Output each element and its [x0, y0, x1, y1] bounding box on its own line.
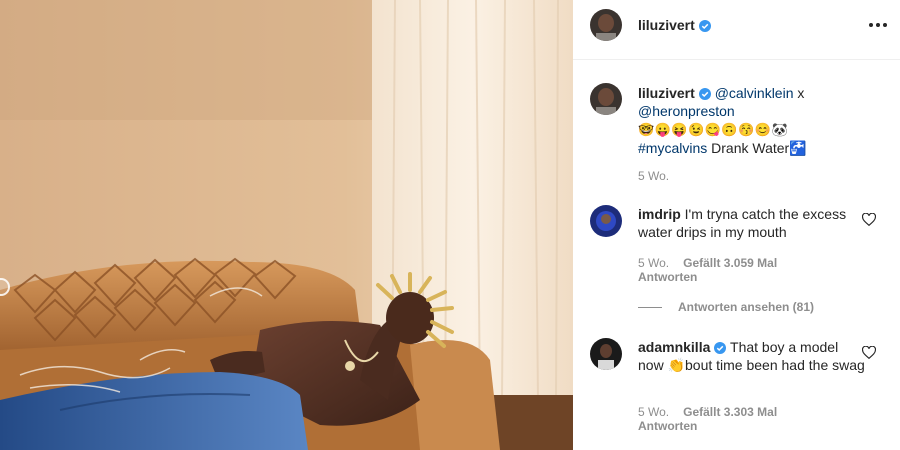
reply-button[interactable]: Antworten — [638, 419, 697, 433]
comment-username[interactable]: imdrip — [638, 206, 681, 222]
caption-body: Drank Water🚰 — [707, 140, 807, 156]
verified-badge-icon — [714, 342, 727, 354]
mention-link-calvinklein[interactable]: @calvinklein — [715, 85, 794, 101]
comment-timestamp[interactable]: 5 Wo. — [638, 256, 669, 270]
comment-meta: 5 Wo. Gefällt 3.303 Mal Antworten — [638, 405, 777, 433]
more-horizontal-icon — [869, 23, 873, 27]
mention-link-heronpreston[interactable]: @heronpreston — [638, 103, 735, 119]
caption-author-avatar[interactable] — [590, 83, 622, 115]
comment-username[interactable]: adamnkilla — [638, 339, 710, 355]
commenter-avatar[interactable] — [590, 205, 622, 237]
view-replies-label: Antworten ansehen (81) — [678, 300, 815, 314]
author-avatar[interactable] — [590, 9, 622, 41]
caption-meta: 5 Wo. — [638, 169, 683, 183]
author-username-text[interactable]: liluzivert — [638, 17, 695, 33]
comment-likes[interactable]: Gefällt 3.303 Mal — [683, 405, 777, 419]
verified-badge-icon — [698, 88, 711, 100]
post-side-panel: liluzivert liluzivert @calvinklein x @he… — [573, 0, 900, 450]
comment-likes[interactable]: Gefällt 3.059 Mal — [683, 256, 777, 270]
more-options-button[interactable] — [866, 14, 890, 36]
comment-meta: 5 Wo. Gefällt 3.059 Mal Antworten — [638, 256, 777, 284]
post-header: liluzivert — [573, 0, 900, 60]
replies-divider-line — [638, 306, 662, 308]
caption-separator: x — [793, 85, 805, 101]
caption-timestamp[interactable]: 5 Wo. — [638, 169, 669, 183]
view-replies-button[interactable]: Antworten ansehen (81) — [638, 300, 814, 314]
author-username[interactable]: liluzivert — [638, 17, 711, 33]
reply-button[interactable]: Antworten — [638, 270, 697, 284]
caption-text: liluzivert @calvinklein x @heronpreston … — [638, 84, 866, 157]
comment-text: adamnkilla That boy a model now 👏bout ti… — [638, 338, 866, 374]
comment-timestamp[interactable]: 5 Wo. — [638, 405, 669, 419]
verified-badge-icon — [698, 20, 711, 32]
post-photo[interactable] — [0, 0, 573, 450]
post-photo-image — [0, 0, 573, 450]
heart-icon[interactable] — [862, 346, 876, 359]
hashtag-link[interactable]: #mycalvins — [638, 140, 707, 156]
comment-text: imdrip I'm tryna catch the excess water … — [638, 205, 866, 241]
caption-username[interactable]: liluzivert — [638, 85, 695, 101]
caption-emojis: 🤓😛😝😉😋🙃😚😊🐼 — [638, 122, 789, 137]
heart-icon[interactable] — [862, 213, 876, 226]
commenter-avatar[interactable] — [590, 338, 622, 370]
